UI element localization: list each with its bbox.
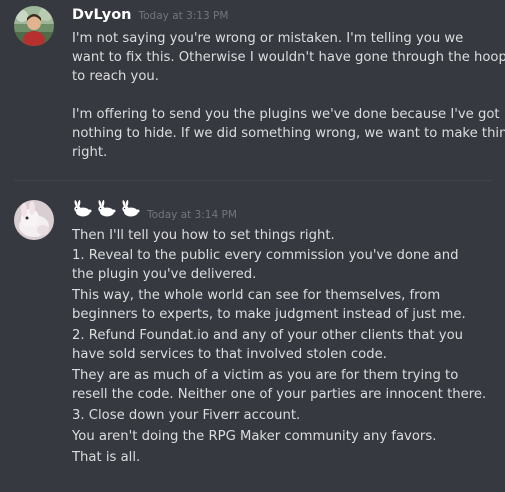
avatar-rabbit-user[interactable] [14, 200, 54, 240]
chat-log: DvLyon Today at 3:13 PM I'm not saying y… [0, 0, 505, 492]
message-content: DvLyon Today at 3:13 PM I'm not saying y… [72, 7, 505, 162]
message-body: I'm not saying you're wrong or mistaken.… [72, 29, 505, 162]
message-header: DvLyon Today at 3:13 PM [72, 7, 497, 29]
message-line: want to fix this. Otherwise I wouldn't h… [72, 50, 505, 65]
message-line: beginners to experts, to make judgment i… [72, 307, 466, 322]
message-content: Today at 3:14 PM Then I'll tell you how … [72, 200, 497, 467]
username[interactable]: DvLyon [72, 7, 131, 23]
message-line: 1. Reveal to the public every commission… [72, 248, 459, 263]
rabbit-icon [120, 200, 140, 222]
avatar-dvlyon[interactable] [14, 6, 54, 46]
message-line: I'm offering to send you the plugins we'… [72, 107, 500, 122]
message-line: resell the code. Neither one of your par… [72, 387, 487, 402]
message-line: 2. Refund Foundat.io and any of your oth… [72, 328, 464, 343]
message-divider [14, 180, 491, 181]
message-line [72, 86, 497, 105]
username-emoji[interactable] [72, 200, 140, 222]
message-line: the plugin you've delivered. [72, 267, 257, 282]
message-line: right. [72, 145, 108, 160]
message-line: You aren't doing the RPG Maker community… [72, 429, 437, 444]
message-line: That is all. [72, 450, 141, 465]
timestamp[interactable]: Today at 3:13 PM [138, 10, 228, 22]
message-line: This way, the whole world can see for th… [72, 288, 441, 303]
message-line: Then I'll tell you how to set things rig… [72, 228, 335, 243]
timestamp[interactable]: Today at 3:14 PM [147, 209, 237, 221]
message-line: 3. Close down your Fiverr account. [72, 408, 301, 423]
message-line: have sold services to that involved stol… [72, 347, 387, 362]
message-line: I'm not saying you're wrong or mistaken.… [72, 31, 464, 46]
message-header: Today at 3:14 PM [72, 200, 497, 222]
rabbit-icon [96, 200, 116, 222]
message-line: nothing to hide. If we did something wro… [72, 126, 505, 141]
message-line: They are as much of a victim as you are … [72, 368, 459, 383]
message-body: Then I'll tell you how to set things rig… [72, 225, 497, 467]
rabbit-icon [72, 200, 92, 222]
message-line: to reach you. [72, 69, 159, 84]
